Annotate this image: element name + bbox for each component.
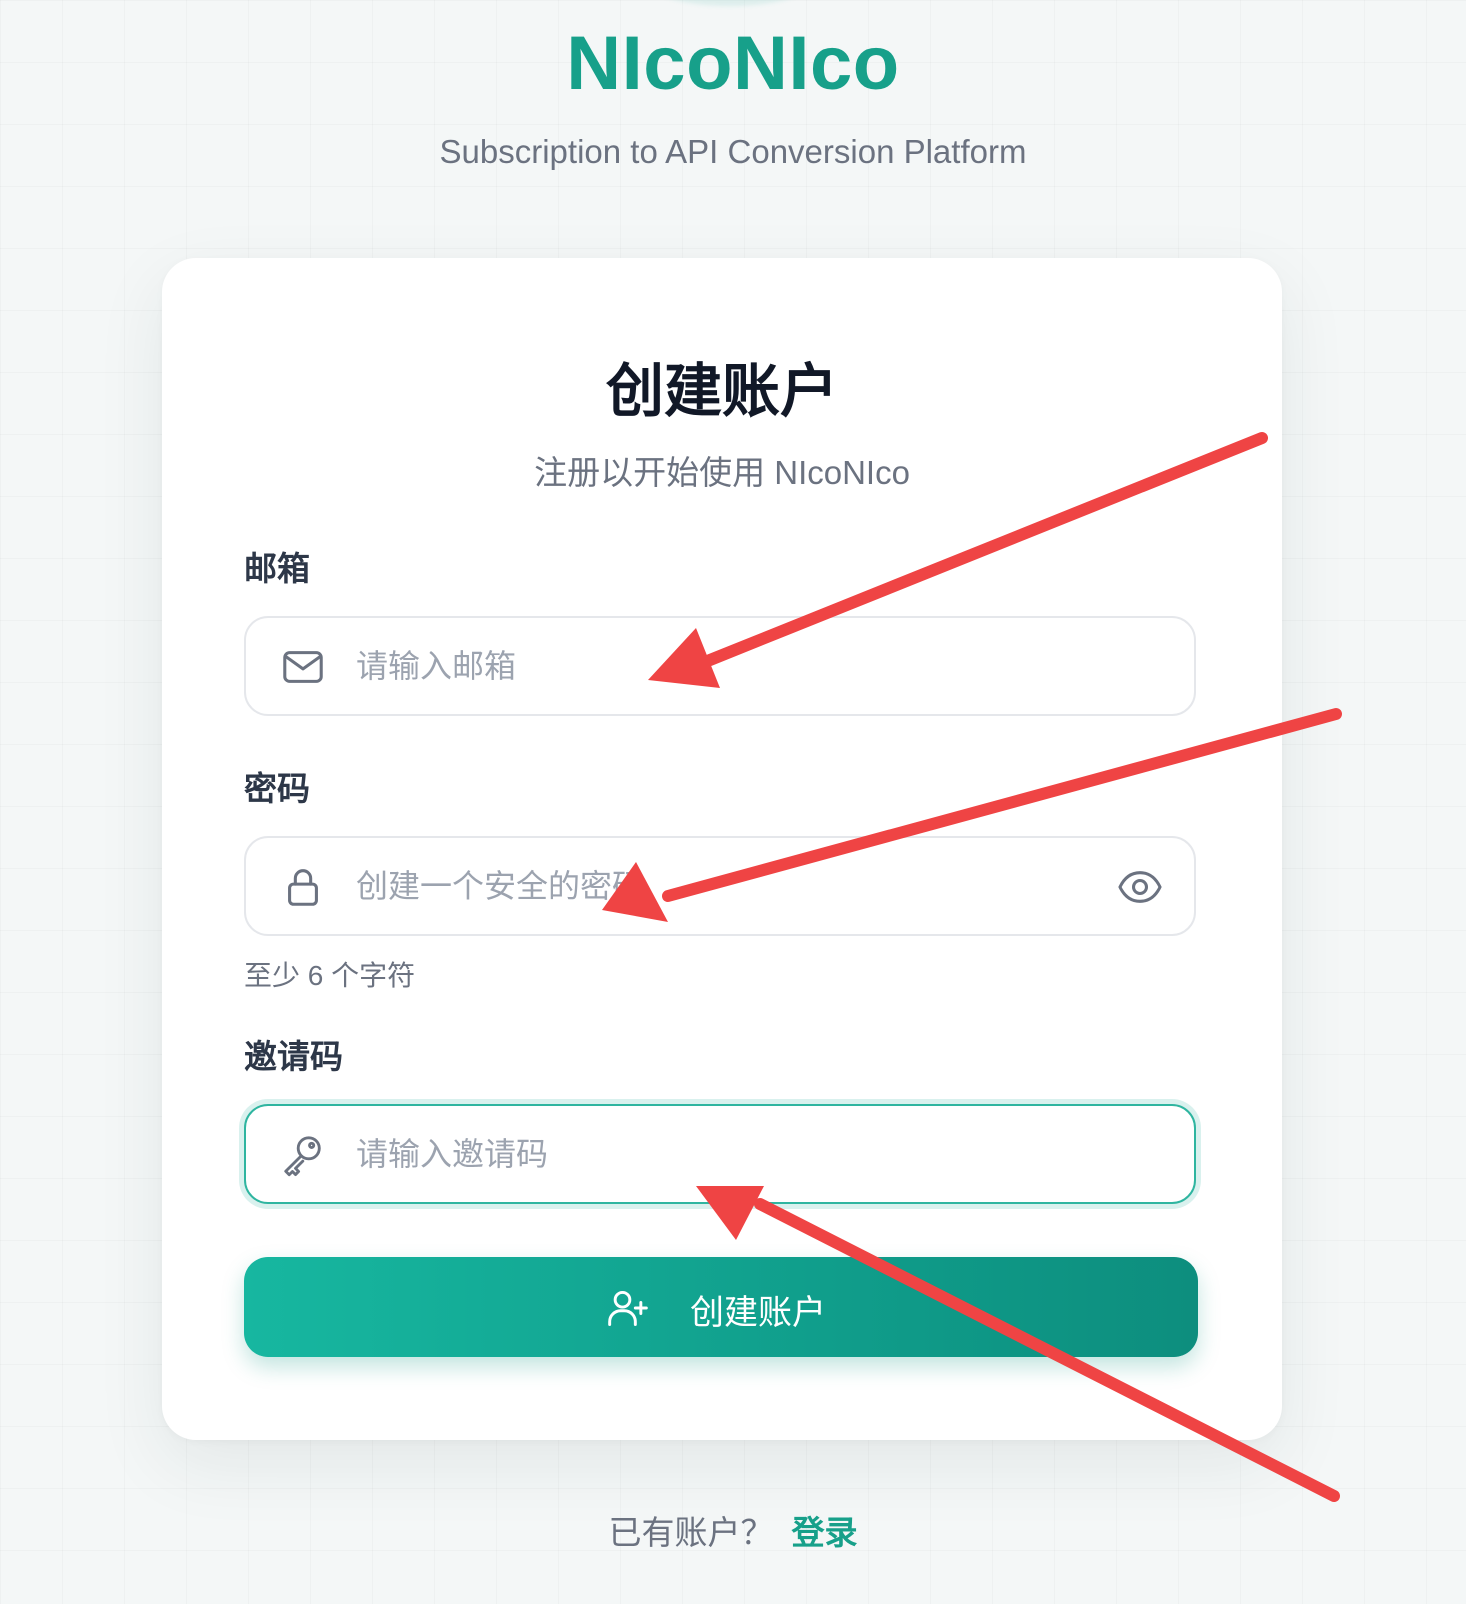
invite-label: 邀请码 bbox=[244, 1038, 343, 1075]
create-account-button[interactable]: 创建账户 bbox=[244, 1257, 1198, 1357]
create-account-label: 创建账户 bbox=[690, 1293, 826, 1333]
lock-icon bbox=[288, 869, 318, 906]
card-title: 创建账户 bbox=[605, 359, 838, 424]
email-label: 邮箱 bbox=[244, 550, 310, 587]
login-prompt-text: 已有账户？ bbox=[608, 1514, 774, 1551]
card-subtitle: 注册以开始使用 NIcoNIco bbox=[534, 454, 910, 491]
brand-logo-text: NIcoNIco bbox=[566, 21, 900, 106]
invite-code-input[interactable] bbox=[356, 1106, 1116, 1202]
email-input[interactable] bbox=[356, 618, 1116, 714]
password-field-box[interactable] bbox=[244, 836, 1196, 936]
password-label: 密码 bbox=[244, 770, 310, 807]
brand-tagline: Subscription to API Conversion Platform bbox=[439, 133, 1027, 170]
top-decoration bbox=[650, 0, 810, 6]
register-card: 创建账户 注册以开始使用 NIcoNIco 邮箱 密码 至少 6 个字符 邀请码 bbox=[162, 258, 1282, 1440]
login-link[interactable]: 登录 bbox=[792, 1514, 858, 1551]
user-plus-icon bbox=[608, 1290, 648, 1326]
password-hint: 至少 6 个字符 bbox=[244, 960, 416, 991]
password-input[interactable] bbox=[356, 838, 1116, 934]
key-icon bbox=[284, 1136, 321, 1177]
login-prompt: 已有账户？ 登录 bbox=[0, 1506, 1466, 1554]
mail-icon bbox=[283, 651, 323, 683]
invite-field-box[interactable] bbox=[244, 1104, 1196, 1204]
email-field-box[interactable] bbox=[244, 616, 1196, 716]
eye-icon[interactable] bbox=[1116, 866, 1164, 908]
